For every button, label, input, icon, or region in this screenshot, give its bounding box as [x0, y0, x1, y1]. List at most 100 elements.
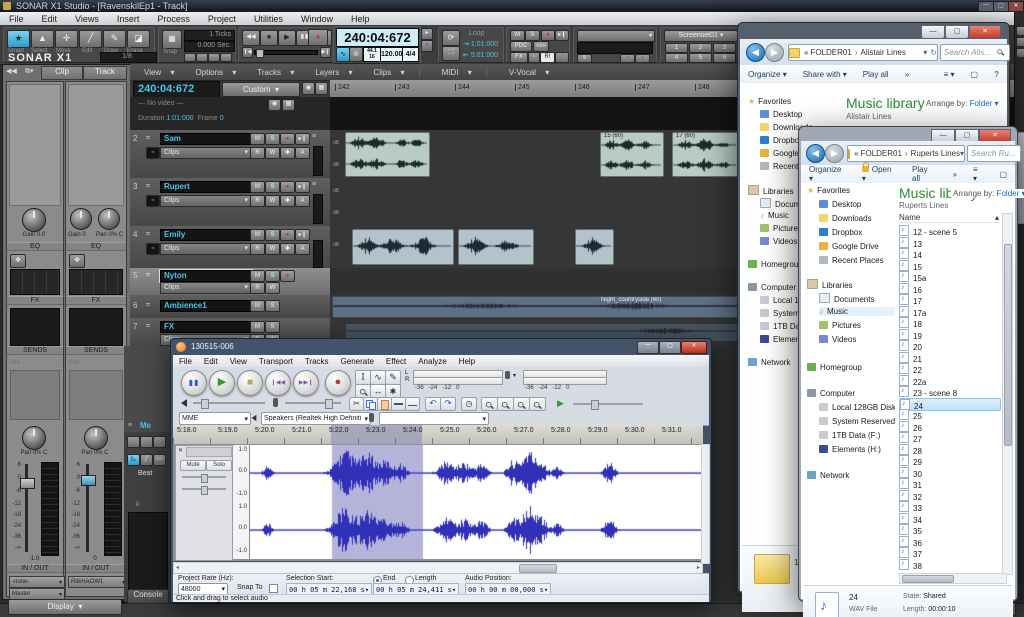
input-volume-slider[interactable] — [285, 402, 341, 404]
snap-option-button[interactable] — [184, 53, 196, 62]
arm-all-button[interactable] — [541, 30, 555, 41]
pan-slider[interactable] — [182, 488, 226, 490]
input-echo-button[interactable]: ▸❙ — [555, 30, 569, 41]
sidebar-documents[interactable]: Documents — [819, 293, 895, 304]
mute-button[interactable]: M — [250, 321, 265, 333]
search-box[interactable]: Search Ru... — [967, 145, 1021, 162]
freeze-button[interactable] — [280, 243, 295, 255]
arrange-by[interactable]: Arrange by: Folder — [951, 189, 1024, 198]
cut-button[interactable] — [349, 397, 364, 411]
file-row[interactable]: 17a — [899, 306, 999, 317]
input-device-dropdown[interactable] — [379, 412, 489, 425]
meter-options-button[interactable] — [577, 54, 592, 63]
sidebar-dropbox[interactable]: Dropbox — [819, 228, 895, 237]
sidebar-drive-e[interactable]: System Reserved (E:) — [819, 417, 895, 426]
read-button[interactable]: R — [250, 195, 265, 207]
eq-section-header[interactable]: EQ — [7, 242, 63, 251]
tv-menu-clips[interactable]: Clips — [360, 68, 412, 77]
fader-track[interactable] — [25, 464, 28, 552]
file-row[interactable]: 36 — [899, 536, 999, 547]
move-tool-button[interactable]: ✛ — [55, 30, 78, 48]
file-row[interactable]: 35 — [899, 524, 999, 535]
fx-bin[interactable] — [10, 308, 60, 346]
menu-edit[interactable]: Edit — [33, 14, 67, 24]
output-dropdown[interactable]: RltkHAOW1 — [68, 576, 128, 588]
menu-utilities[interactable]: Utilities — [245, 14, 292, 24]
seq-button[interactable] — [140, 436, 153, 448]
erase-tool-button[interactable]: ◪ — [127, 30, 150, 48]
tv-menu-midi[interactable]: MIDI — [428, 68, 479, 77]
menu-project[interactable]: Project — [199, 14, 245, 24]
sidebar-computer[interactable]: Computer — [807, 389, 895, 398]
timer-button[interactable]: ◷ — [461, 397, 477, 411]
read-button[interactable]: R — [250, 243, 265, 255]
clips-dropdown[interactable]: Clips — [160, 243, 252, 255]
video-grid-button[interactable]: ▦ — [282, 99, 295, 111]
aud-menu-edit[interactable]: Edit — [198, 357, 224, 366]
performance-dropdown[interactable] — [577, 30, 655, 42]
echo-button[interactable]: ▸❙ — [295, 181, 310, 193]
eq-enable-button[interactable]: ✥ — [69, 254, 85, 268]
track-close-icon[interactable] — [178, 447, 183, 454]
clips-dropdown[interactable]: Clips — [160, 282, 252, 294]
seq-tool-button[interactable]: ╱ — [140, 454, 153, 466]
fx-section-header[interactable]: FX — [7, 296, 63, 305]
audio-clip[interactable] — [352, 229, 454, 265]
more-commands-button[interactable]: » — [945, 170, 965, 179]
file-row[interactable]: 38 — [899, 559, 999, 570]
forward-button[interactable]: ▶ — [825, 144, 844, 163]
solo-button[interactable]: S — [265, 321, 280, 333]
tempo-display[interactable]: 120.00 — [380, 47, 403, 62]
screenset-6-button[interactable]: 6 — [713, 53, 736, 63]
file-row[interactable]: 31 — [899, 478, 999, 489]
seq-tool-button[interactable]: ◺ — [127, 454, 140, 466]
position-slider[interactable] — [254, 50, 318, 55]
sidebar-desktop[interactable]: Desktop — [819, 200, 895, 209]
inspector-layout-icon[interactable]: ⧉ — [25, 67, 34, 76]
aud-menu-generate[interactable]: Generate — [335, 357, 380, 366]
archive-button[interactable]: A — [295, 147, 310, 159]
file-row[interactable]: 37 — [899, 547, 999, 558]
solo-all-button[interactable]: S — [525, 30, 540, 41]
dock-button[interactable] — [1016, 26, 1024, 36]
sidebar-drive-h[interactable]: Elements (H:) — [819, 445, 895, 454]
snap-ticks-field[interactable]: 1 Ticks — [184, 30, 235, 41]
mute-button[interactable]: M — [250, 133, 265, 145]
sonar-maximize-button[interactable]: ▢ — [993, 1, 1009, 12]
screenset-3-button[interactable]: 3 — [713, 43, 736, 53]
write-button[interactable]: W — [265, 147, 280, 159]
minimize-button[interactable]: — — [921, 25, 945, 39]
dock-button[interactable] — [1016, 37, 1024, 47]
snap-option-button[interactable] — [196, 53, 208, 62]
pan-knob[interactable] — [98, 208, 120, 230]
gain-knob[interactable] — [22, 208, 46, 232]
search-box[interactable]: Search Alis... — [940, 44, 1010, 61]
file-list-hscrollbar[interactable] — [899, 573, 1007, 584]
pdc-button[interactable]: PDC — [510, 41, 532, 52]
menu-window[interactable]: Window — [292, 14, 342, 24]
arm-button[interactable] — [280, 133, 295, 145]
file-row[interactable]: 22a — [899, 375, 999, 386]
hscroll-thumb[interactable] — [902, 575, 954, 583]
seq-tool-button[interactable]: ▭ — [153, 454, 166, 466]
aud-play-button[interactable] — [209, 370, 235, 396]
sidebar-downloads[interactable]: Downloads — [819, 214, 895, 223]
video-option-button[interactable]: ◉ — [268, 99, 281, 111]
audio-clip[interactable] — [458, 229, 534, 265]
back-button[interactable]: ◀ — [746, 43, 765, 62]
file-row[interactable]: 32 — [899, 490, 999, 501]
snap-to-checkbox[interactable] — [269, 584, 278, 593]
audacity-timeline[interactable]: 5:18.0 5:19.0 5:20.0 5:21.0 5:22.0 5:23.… — [173, 425, 703, 445]
edit-tool-button[interactable]: ╱ — [79, 30, 102, 48]
selection-tool-button[interactable] — [355, 370, 371, 385]
vscroll-thumb[interactable] — [1004, 244, 1012, 446]
screenset-4-button[interactable]: 4 — [665, 53, 688, 63]
copy-button[interactable] — [363, 397, 378, 411]
sonar-close-button[interactable]: ✕ — [1008, 1, 1024, 12]
snap-seconds-field[interactable]: 0.000 Sec. — [184, 41, 235, 52]
mute-all-button[interactable]: M — [510, 30, 525, 41]
menu-icon[interactable] — [312, 133, 316, 140]
help-icon[interactable] — [986, 70, 1007, 79]
audacity-window[interactable]: 130515-006 — ▢ ✕ File Edit View Transpor… — [170, 338, 712, 603]
ruler-option-button[interactable]: ◉ — [302, 82, 315, 95]
